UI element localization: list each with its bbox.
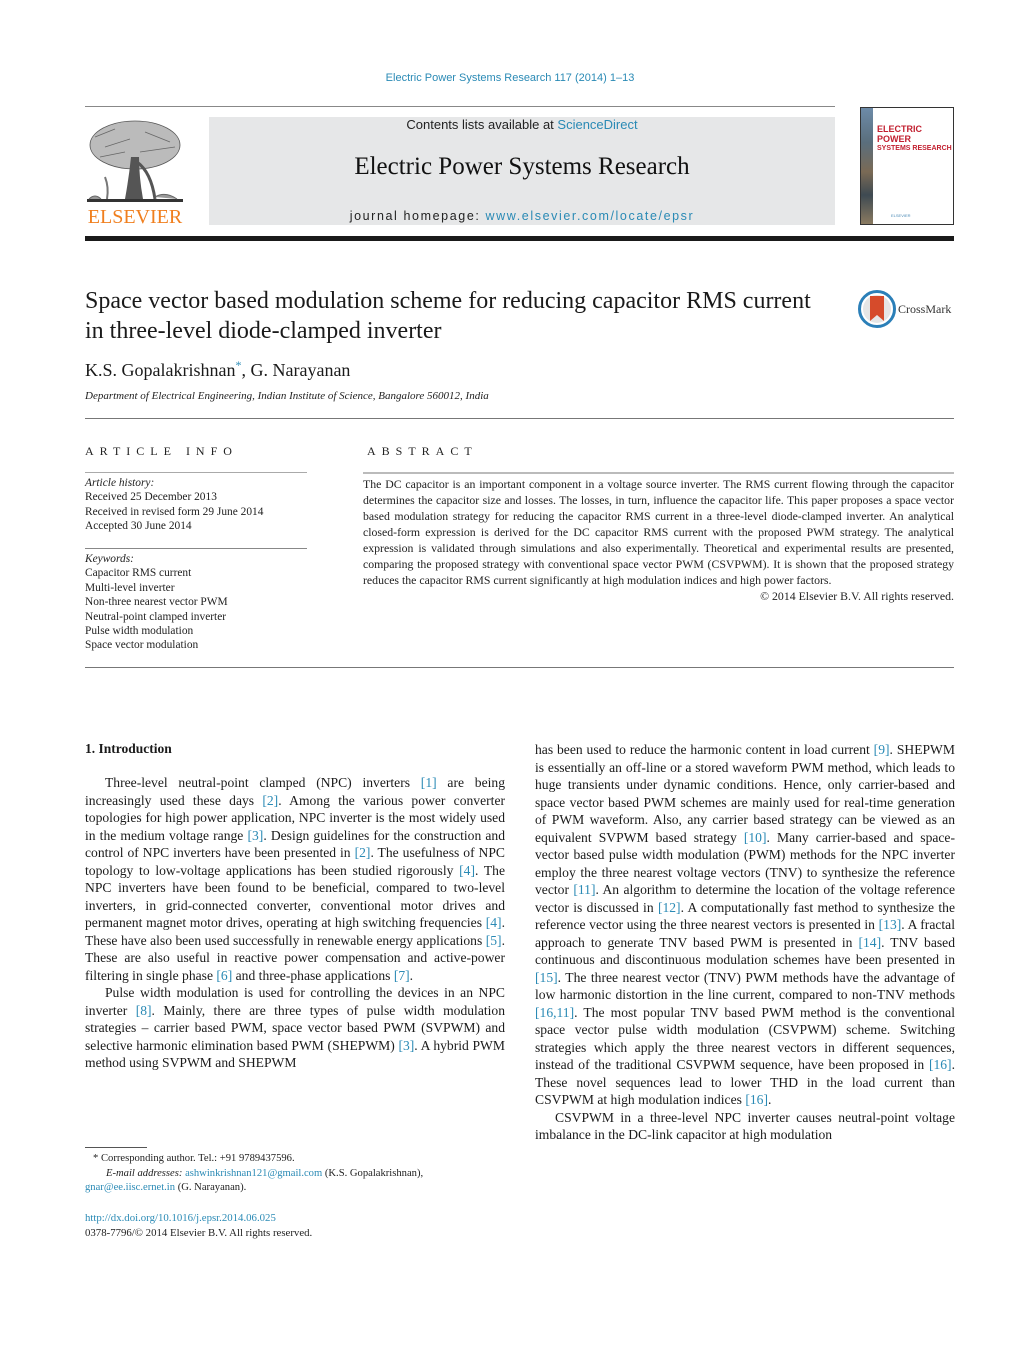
- paragraph-text: Three-level neutral-point clamped (NPC) …: [105, 775, 421, 790]
- citation-link[interactable]: [9]: [874, 742, 890, 757]
- email-link[interactable]: gnar@ee.iisc.ernet.in: [85, 1182, 175, 1193]
- citation-link[interactable]: [1]: [421, 775, 437, 790]
- keywords-rule: [85, 548, 307, 549]
- citation-link[interactable]: [10]: [744, 830, 767, 845]
- journal-title: Electric Power Systems Research: [354, 153, 690, 180]
- paragraph-continued: has been used to reduce the harmonic con…: [535, 741, 955, 1109]
- paragraph-text: .: [767, 1092, 772, 1107]
- paragraph: Three-level neutral-point clamped (NPC) …: [85, 774, 505, 984]
- body-rule: [85, 667, 954, 668]
- paragraph-text: CSVPWM in a three-level NPC inverter cau…: [535, 1109, 955, 1143]
- citation-link[interactable]: [7]: [394, 968, 410, 983]
- cover-publisher: ELSEVIER: [891, 213, 911, 218]
- email-owner: (G. Narayanan).: [175, 1182, 247, 1194]
- body-column-left: Three-level neutral-point clamped (NPC) …: [85, 774, 505, 1072]
- issn-copyright: 0378-7796/© 2014 Elsevier B.V. All right…: [85, 1226, 313, 1239]
- corresponding-author-note: Corresponding author. Tel.: +91 97894375…: [100, 1153, 295, 1164]
- article-history-label: Article history:: [85, 477, 155, 489]
- paragraph-text: .: [409, 967, 414, 983]
- keyword-item: Neutral-point clamped inverter: [85, 610, 227, 623]
- cover-title: ELECTRIC POWER SYSTEMS RESEARCH: [877, 124, 953, 154]
- citation-link[interactable]: [5]: [486, 933, 502, 948]
- abstract-copyright: © 2014 Elsevier B.V. All rights reserved…: [760, 589, 954, 603]
- header-rule: [85, 106, 835, 107]
- citation-link[interactable]: [14]: [858, 935, 881, 950]
- article-title: Space vector based modulation scheme for…: [85, 288, 811, 344]
- keyword-item: Multi-level inverter: [85, 581, 175, 594]
- citation-link[interactable]: [16]: [929, 1057, 952, 1072]
- citation-link[interactable]: [13]: [879, 917, 902, 932]
- footnote-rule: [85, 1147, 147, 1148]
- body-column-right: has been used to reduce the harmonic con…: [535, 741, 955, 1144]
- elsevier-tree-icon: [87, 120, 183, 202]
- citation-link[interactable]: [8]: [136, 1003, 152, 1018]
- sciencedirect-link[interactable]: ScienceDirect: [557, 117, 637, 132]
- keywords-label: Keywords:: [85, 553, 134, 565]
- masthead-thick-rule: [85, 236, 954, 241]
- citation-link[interactable]: [3]: [398, 1038, 414, 1053]
- history-received: Received 25 December 2013: [85, 491, 217, 504]
- citation-link[interactable]: [6]: [216, 968, 232, 983]
- cover-image-strip: [861, 108, 873, 224]
- citation-link[interactable]: [16]: [745, 1092, 768, 1107]
- citation-link[interactable]: [12]: [658, 900, 681, 915]
- author-affiliation: Department of Electrical Engineering, In…: [85, 390, 489, 402]
- citation-link[interactable]: [16,11]: [535, 1005, 574, 1020]
- doi-link[interactable]: http://dx.doi.org/10.1016/j.epsr.2014.06…: [85, 1211, 312, 1226]
- footnote: * Corresponding author. Tel.: +91 978943…: [85, 1152, 505, 1196]
- history-revised: Received in revised form 29 June 2014: [85, 505, 264, 518]
- elsevier-wordmark: ELSEVIER: [87, 206, 183, 228]
- abstract-body: The DC capacitor is an important compone…: [363, 476, 954, 604]
- author-name[interactable]: K.S. Gopalakrishnan: [85, 360, 235, 380]
- author-name[interactable]: G. Narayanan: [250, 360, 350, 380]
- footnote-star: *: [93, 1153, 99, 1164]
- citation-link[interactable]: [4]: [459, 863, 475, 878]
- paragraph: Pulse width modulation is used for contr…: [85, 984, 505, 1072]
- contents-line: Contents lists available at ScienceDirec…: [209, 117, 835, 132]
- journal-homepage: journal homepage: www.elsevier.com/locat…: [209, 209, 835, 223]
- doi-block: http://dx.doi.org/10.1016/j.epsr.2014.06…: [85, 1211, 312, 1240]
- citation-link[interactable]: [3]: [247, 828, 263, 843]
- citation-link[interactable]: [11]: [573, 882, 595, 897]
- affiliation-rule: [85, 418, 954, 419]
- journal-cover-thumbnail[interactable]: ELECTRIC POWER SYSTEMS RESEARCH ELSEVIER: [860, 107, 954, 225]
- keyword-item: Space vector modulation: [85, 639, 199, 652]
- paragraph: CSVPWM in a three-level NPC inverter cau…: [535, 1109, 955, 1144]
- cover-title-line2: SYSTEMS RESEARCH: [877, 145, 952, 152]
- keywords-list: Keywords: Capacitor RMS current Multi-le…: [85, 552, 228, 653]
- crossmark-label: CrossMark: [898, 302, 952, 316]
- history-accepted: Accepted 30 June 2014: [85, 520, 192, 533]
- homepage-prefix: journal homepage:: [349, 209, 486, 223]
- keyword-item: Non-three nearest vector PWM: [85, 596, 228, 609]
- article-history: Article history: Received 25 December 20…: [85, 476, 263, 534]
- crossmark-badge[interactable]: CrossMark: [858, 290, 958, 330]
- article-info-heading: ARTICLE INFO: [85, 444, 238, 458]
- section-heading-introduction: 1. Introduction: [85, 741, 172, 756]
- paragraph-text: and three-phase applications: [232, 967, 394, 983]
- abstract-text: The DC capacitor is an important compone…: [363, 477, 954, 587]
- abstract-heading: ABSTRACT: [367, 444, 478, 458]
- paragraph-text: . The most popular TNV based PWM method …: [535, 1004, 955, 1073]
- paragraph-text: has been used to reduce the harmonic con…: [535, 742, 874, 757]
- paragraph-text: . The three nearest vector (TNV) PWM met…: [535, 969, 955, 1003]
- email-owner: (K.S. Gopalakrishnan),: [322, 1167, 424, 1179]
- homepage-link[interactable]: www.elsevier.com/locate/epsr: [486, 209, 695, 223]
- author-list: K.S. Gopalakrishnan*, G. Narayanan: [85, 358, 350, 381]
- email-label: E-mail addresses:: [106, 1167, 183, 1179]
- citation-link[interactable]: [2]: [355, 845, 371, 860]
- journal-masthead: Contents lists available at ScienceDirec…: [209, 117, 835, 225]
- keyword-item: Capacitor RMS current: [85, 567, 192, 580]
- email-link[interactable]: ashwinkrishnan121@gmail.com: [185, 1168, 322, 1179]
- citation-link[interactable]: [15]: [535, 970, 558, 985]
- crossmark-icon: [858, 290, 896, 328]
- citation-link[interactable]: [4]: [486, 915, 502, 930]
- journal-reference[interactable]: Electric Power Systems Research 117 (201…: [0, 72, 1020, 84]
- citation-link[interactable]: [2]: [262, 793, 278, 808]
- article-info-rule: [85, 472, 307, 473]
- cover-title-line1: ELECTRIC POWER: [877, 124, 922, 144]
- keyword-item: Pulse width modulation: [85, 625, 194, 638]
- abstract-rule: [363, 472, 954, 474]
- contents-prefix: Contents lists available at: [406, 117, 558, 132]
- elsevier-logo: ELSEVIER: [85, 117, 185, 228]
